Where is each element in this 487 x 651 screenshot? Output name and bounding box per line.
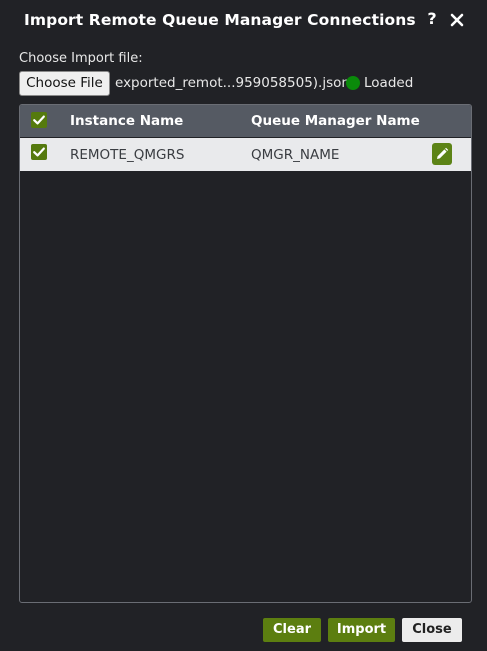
table-row[interactable]: REMOTE_QMGRS QMGR_NAME [20, 138, 471, 171]
choose-file-button[interactable]: Choose File [19, 71, 110, 96]
pencil-icon [437, 147, 449, 159]
instance-name-cell: REMOTE_QMGRS [70, 147, 185, 163]
clear-button[interactable]: Clear [263, 618, 321, 642]
check-icon [33, 115, 45, 125]
column-header-instance-name[interactable]: Instance Name [70, 113, 183, 130]
close-icon[interactable] [449, 12, 465, 28]
edit-button[interactable] [432, 143, 452, 165]
import-dialog: Import Remote Queue Manager Connections … [0, 0, 487, 651]
column-header-queue-manager-name[interactable]: Queue Manager Name [251, 113, 420, 130]
import-button[interactable]: Import [328, 618, 395, 642]
choose-import-label: Choose Import file: [19, 51, 143, 66]
select-all-checkbox[interactable] [31, 112, 47, 128]
close-button[interactable]: Close [402, 618, 462, 642]
queue-manager-name-cell: QMGR_NAME [251, 147, 340, 163]
check-icon [33, 147, 45, 157]
status-text: Loaded [364, 75, 414, 91]
connections-table: Instance Name Queue Manager Name REMOTE_… [19, 104, 472, 603]
table-header: Instance Name Queue Manager Name [20, 105, 471, 137]
help-button[interactable]: ? [424, 8, 440, 30]
file-name: exported_remot...959058505).json [115, 75, 350, 91]
row-checkbox[interactable] [31, 144, 47, 160]
status-dot-icon [346, 76, 360, 90]
dialog-title: Import Remote Queue Manager Connections [24, 11, 416, 29]
